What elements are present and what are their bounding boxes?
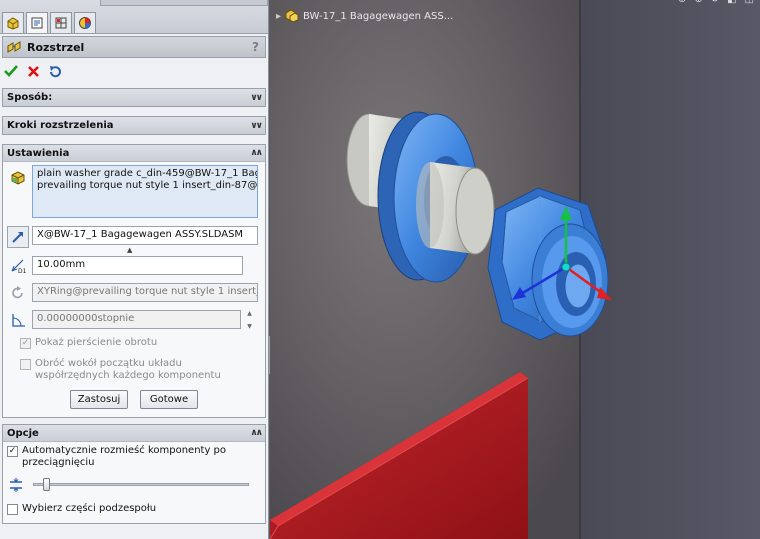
angle-icon (7, 309, 29, 331)
checkbox-box[interactable]: ✓ (7, 446, 18, 457)
apply-button[interactable]: Zastosuj (70, 390, 128, 409)
nut-component[interactable] (487, 187, 609, 341)
feature-manager-icon (7, 17, 19, 30)
component-icon (11, 171, 25, 185)
action-bar (3, 62, 63, 80)
reverse-direction-button[interactable] (7, 226, 29, 248)
rotation-axis-field[interactable]: XYRing@prevailing torque nut style 1 ins… (32, 283, 258, 302)
expand-plus-icon[interactable]: ▸ (276, 11, 281, 22)
property-manager-icon (31, 17, 43, 29)
group-settings-header[interactable]: Ustawienia ∧∧ (3, 145, 265, 162)
angle-spinner[interactable]: ▲ ▼ (243, 310, 256, 330)
triad-origin[interactable] (561, 262, 571, 272)
expand-chevron-icon: ∨∨ (250, 120, 263, 131)
graphics-viewport[interactable]: ▸ BW-17_1 Bagagewagen ASS... ⊕ ⊕ ↺ ◧ ◫ (270, 0, 760, 539)
tab-configuration-manager[interactable] (50, 12, 72, 33)
rotate-icon (12, 286, 23, 299)
components-list-item[interactable]: plain washer grade c_din-459@BW-17_1 Bag… (37, 168, 257, 180)
expand-chevron-icon: ∨∨ (250, 92, 263, 103)
rotation-axis-icon (7, 282, 29, 304)
tab-property-manager[interactable] (26, 12, 48, 33)
rotate-about-origin-label: Obróć wokół początku układu współrzędnyc… (35, 358, 221, 381)
view-orientation-icon[interactable]: ◫ (745, 0, 754, 5)
tab-strip-extension (100, 0, 268, 6)
configuration-manager-icon (55, 17, 67, 29)
spacing-slider-thumb[interactable] (43, 478, 51, 491)
direction-arrow-icon (12, 232, 23, 243)
distance-dimension-icon: D1 (11, 259, 27, 275)
previous-view-icon[interactable]: ↺ (711, 0, 719, 5)
select-subassembly-parts-checkbox[interactable]: Wybierz części podzespołu (7, 503, 156, 515)
feature-tree-root[interactable]: ▸ BW-17_1 Bagagewagen ASS... (276, 9, 453, 23)
auto-space-label: Automatycznie rozmieść komponenty po prz… (22, 445, 227, 468)
cancel-button[interactable] (25, 63, 41, 79)
svg-text:D1: D1 (18, 268, 27, 275)
tab-display-manager[interactable] (74, 12, 96, 33)
select-subassembly-parts-label: Wybierz części podzespołu (22, 503, 157, 514)
group-options-label: Opcje (7, 427, 39, 439)
group-explode-steps-header[interactable]: Kroki rozstrzelenia ∨∨ (3, 117, 265, 134)
group-explode-steps-label: Kroki rozstrzelenia (7, 120, 114, 131)
property-manager-panel: Rozstrzel ? Sposób: ∨∨ Kroki rozstrzelen… (0, 0, 269, 539)
spin-up-icon[interactable]: ▲ (247, 310, 252, 317)
panel-title: Rozstrzel (27, 40, 85, 54)
group-method-label: Sposób: (7, 92, 53, 103)
group-settings-label: Ustawienia (7, 147, 70, 159)
tab-feature-manager[interactable] (2, 12, 24, 33)
display-manager-icon (79, 17, 91, 29)
collapse-chevron-icon: ∧∧ (250, 428, 263, 438)
manager-tab-strip (0, 0, 268, 34)
zoom-area-icon[interactable]: ⊕ (694, 0, 702, 5)
checkbox-box[interactable] (7, 504, 18, 515)
components-list-item[interactable]: prevailing torque nut style 1 insert_din… (37, 180, 257, 192)
spacing-slider-track[interactable] (33, 483, 249, 486)
show-rotation-rings-label: Pokaż pierścienie obrotu (35, 337, 158, 348)
group-method: Sposób: ∨∨ (2, 88, 266, 107)
spin-down-icon[interactable]: ▼ (247, 323, 252, 330)
ok-button[interactable] (3, 63, 19, 79)
assembly-name: BW-17_1 Bagagewagen ASS... (303, 10, 454, 22)
components-selector-icon (7, 167, 29, 189)
help-button[interactable]: ? (252, 40, 259, 54)
spacing-icon (9, 477, 25, 493)
checkmark-icon (4, 65, 18, 77)
direction-field[interactable]: X@BW-17_1 Bagagewagen ASSY.SLDASM (32, 226, 258, 245)
group-options: Opcje ∧∧ ✓ Automatycznie rozmieść kompon… (2, 424, 266, 524)
auto-space-checkbox[interactable]: ✓ Automatycznie rozmieść komponenty po p… (7, 445, 237, 469)
zoom-to-fit-icon[interactable]: ⊕ (678, 0, 686, 5)
angle-field[interactable]: 0.00000000stopnie (32, 310, 241, 329)
checkbox-box[interactable] (20, 359, 31, 370)
pin-component[interactable] (416, 162, 495, 255)
section-view-icon[interactable]: ◧ (727, 0, 736, 5)
rotate-about-origin-checkbox[interactable]: Obróć wokół początku układu współrzędnyc… (20, 358, 235, 382)
done-button[interactable]: Gotowe (140, 390, 198, 409)
explode-icon (7, 41, 21, 53)
assembly-icon (285, 9, 299, 23)
group-settings: Ustawienia ∧∧ plain washer grade c_din-4… (2, 144, 266, 418)
spacing-adjust-icon (10, 478, 22, 492)
collapse-chevron-icon: ∧∧ (250, 148, 263, 158)
3d-scene (270, 0, 760, 539)
view-toolbar: ⊕ ⊕ ↺ ◧ ◫ (678, 0, 754, 5)
angle-dimension-icon (12, 314, 25, 327)
components-list[interactable]: plain washer grade c_din-459@BW-17_1 Bag… (32, 165, 258, 218)
group-explode-steps: Kroki rozstrzelenia ∨∨ (2, 116, 266, 135)
distance-icon: D1 (7, 255, 29, 277)
show-rotation-rings-checkbox[interactable]: ✓ Pokaż pierścienie obrotu (20, 337, 157, 349)
group-method-header[interactable]: Sposób: ∨∨ (3, 89, 265, 106)
undo-icon (49, 65, 61, 77)
x-icon (27, 65, 39, 77)
panel-titlebar: Rozstrzel ? (2, 36, 266, 58)
group-options-header[interactable]: Opcje ∧∧ (3, 425, 265, 442)
checkbox-box[interactable]: ✓ (20, 338, 31, 349)
caret-up-icon: ▲ (127, 246, 133, 254)
distance-field[interactable]: 10.00mm (32, 256, 243, 275)
undo-button[interactable] (47, 63, 63, 79)
